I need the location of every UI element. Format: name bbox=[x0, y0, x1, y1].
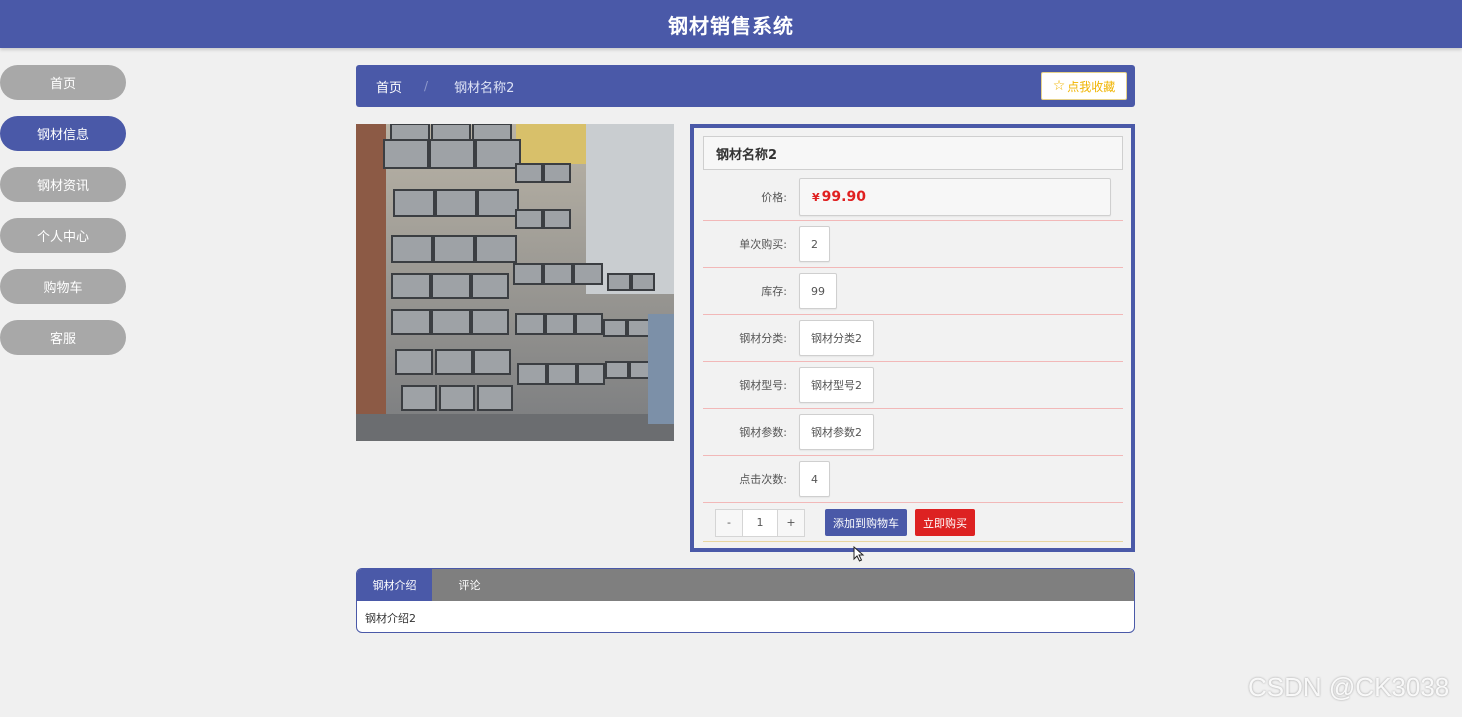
increment-button[interactable]: + bbox=[778, 509, 804, 536]
sidebar-item-steel-info[interactable]: 钢材信息 bbox=[0, 116, 126, 151]
buy-now-button[interactable]: 立即购买 bbox=[915, 509, 975, 536]
field-row-model: 钢材型号: 钢材型号2 bbox=[703, 362, 1123, 409]
currency-symbol: ¥ bbox=[812, 190, 820, 204]
field-value: 钢材参数2 bbox=[799, 414, 874, 450]
tab-content: 钢材介绍2 bbox=[365, 612, 416, 625]
field-label: 点击次数: bbox=[739, 473, 787, 486]
sidebar-item-personal-center[interactable]: 个人中心 bbox=[0, 218, 126, 253]
product-name: 钢材名称2 bbox=[703, 136, 1123, 170]
field-row-params: 钢材参数: 钢材参数2 bbox=[703, 409, 1123, 456]
product-fields: 价格: ¥ 99.90 单次购买: 2 库存: 99 钢材分类: 钢材分类2 钢… bbox=[703, 174, 1123, 503]
tab-introduction[interactable]: 钢材介绍 bbox=[357, 569, 432, 601]
sidebar-item-home[interactable]: 首页 bbox=[0, 65, 126, 100]
field-value: 2 bbox=[799, 226, 830, 262]
decrement-button[interactable]: - bbox=[716, 509, 742, 536]
price-row: 价格: ¥ 99.90 bbox=[703, 174, 1123, 221]
sidebar-item-cart[interactable]: 购物车 bbox=[0, 269, 126, 304]
breadcrumb-home-link[interactable]: 首页 bbox=[376, 77, 402, 96]
tab-comments[interactable]: 评论 bbox=[432, 569, 507, 601]
price-amount: 99.90 bbox=[821, 189, 866, 205]
field-value: 99 bbox=[799, 273, 837, 309]
field-label: 钢材分类: bbox=[739, 332, 787, 345]
mouse-cursor-icon bbox=[853, 546, 865, 562]
breadcrumb-separator: / bbox=[424, 79, 429, 93]
sidebar-nav: 首页 钢材信息 钢材资讯 个人中心 购物车 客服 bbox=[0, 65, 126, 371]
field-label: 库存: bbox=[761, 285, 787, 298]
price-value: ¥ 99.90 bbox=[799, 178, 1111, 216]
field-row-single-purchase: 单次购买: 2 bbox=[703, 221, 1123, 268]
csdn-watermark: CSDN @CK3038 bbox=[1248, 672, 1450, 702]
product-tabs: 钢材介绍 评论 钢材介绍2 bbox=[356, 568, 1135, 633]
quantity-input[interactable]: 1 bbox=[742, 509, 778, 536]
sidebar-item-steel-news[interactable]: 钢材资讯 bbox=[0, 167, 126, 202]
quantity-stepper: - 1 + bbox=[715, 508, 805, 537]
add-to-cart-button[interactable]: 添加到购物车 bbox=[825, 509, 907, 536]
field-row-clicks: 点击次数: 4 bbox=[703, 456, 1123, 503]
star-icon: ☆ bbox=[1052, 78, 1066, 94]
field-value: 钢材分类2 bbox=[799, 320, 874, 356]
top-header: 钢材销售系统 bbox=[0, 0, 1462, 48]
field-value: 4 bbox=[799, 461, 830, 497]
breadcrumb: 首页 / 钢材名称2 ☆ 点我收藏 bbox=[356, 65, 1135, 107]
field-row-category: 钢材分类: 钢材分类2 bbox=[703, 315, 1123, 362]
app-title: 钢材销售系统 bbox=[668, 13, 794, 38]
steel-tubes-photo bbox=[356, 124, 674, 441]
product-image bbox=[356, 124, 674, 441]
field-label: 单次购买: bbox=[739, 238, 787, 251]
purchase-actions: - 1 + 添加到购物车 立即购买 bbox=[703, 504, 1123, 542]
field-label: 钢材型号: bbox=[739, 379, 787, 392]
tabs-header: 钢材介绍 评论 bbox=[357, 569, 1134, 601]
breadcrumb-current: 钢材名称2 bbox=[454, 80, 515, 96]
product-detail-panel: 钢材名称2 价格: ¥ 99.90 单次购买: 2 库存: 99 钢材分类: 钢… bbox=[690, 124, 1135, 552]
favorite-label: 点我收藏 bbox=[1067, 79, 1116, 94]
field-row-stock: 库存: 99 bbox=[703, 268, 1123, 315]
favorite-button[interactable]: ☆ 点我收藏 bbox=[1041, 72, 1127, 100]
field-label: 钢材参数: bbox=[739, 426, 787, 439]
field-value: 钢材型号2 bbox=[799, 367, 874, 403]
sidebar-item-customer-service[interactable]: 客服 bbox=[0, 320, 126, 355]
price-label: 价格: bbox=[761, 191, 787, 204]
